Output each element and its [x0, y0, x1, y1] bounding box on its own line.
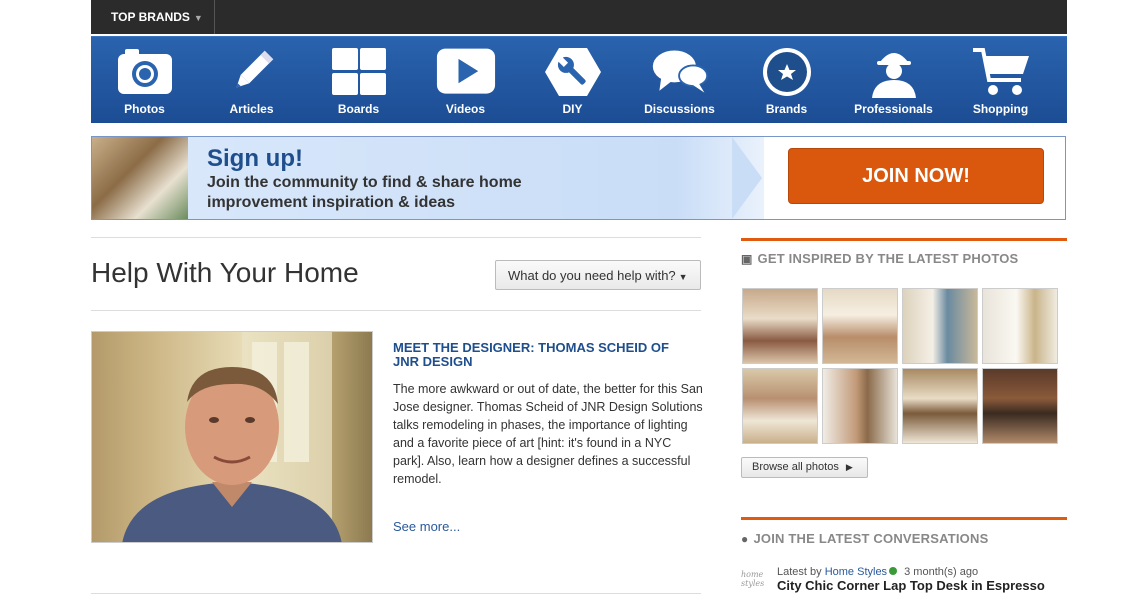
page-title: Help With Your Home — [91, 257, 359, 288]
photo-thumbnail[interactable] — [742, 368, 818, 444]
top-brands-dropdown[interactable]: TOP BRANDS ▼ — [91, 0, 215, 34]
nav-item-label: Shopping — [972, 102, 1029, 116]
photo-thumbnail[interactable] — [902, 288, 978, 364]
photo-thumbnail[interactable] — [982, 288, 1058, 364]
conversations-heading: ● JOIN THE LATEST CONVERSATIONS — [741, 531, 988, 546]
divider — [91, 310, 701, 311]
nav-item-label: Videos — [445, 102, 486, 116]
nav-item-label: DIY — [562, 102, 583, 116]
join-now-button[interactable]: JOIN NOW! — [788, 148, 1044, 204]
photos-heading: ▣ GET INSPIRED BY THE LATEST PHOTOS — [741, 251, 1018, 266]
conversation-user-link[interactable]: Home Styles — [825, 566, 887, 578]
nav-item-photos[interactable]: Photos — [91, 37, 198, 124]
star-badge-icon — [762, 48, 811, 96]
boards-grid-icon — [331, 48, 386, 95]
hard-hat-worker-icon — [871, 53, 916, 98]
wrench-icon — [544, 48, 601, 96]
nav-item-articles[interactable]: Articles — [198, 37, 305, 124]
signup-title: Sign up! — [207, 145, 303, 172]
nav-item-label: Boards — [337, 102, 380, 116]
designer-portrait — [122, 332, 342, 542]
caret-down-icon: ▼ — [678, 272, 688, 282]
top-brands-label: TOP BRANDS — [111, 10, 190, 24]
camera-icon — [117, 49, 172, 94]
sidebar-rule — [741, 517, 1067, 520]
arrow-right-icon: ▶ — [845, 462, 853, 472]
play-icon — [436, 48, 495, 94]
nav-item-label: Professionals — [854, 102, 933, 116]
divider — [91, 593, 701, 594]
article-image[interactable] — [91, 331, 373, 543]
main-nav: Photos Articles Boards Videos DIY Discus… — [91, 36, 1067, 123]
caret-down-icon: ▼ — [193, 13, 203, 23]
signup-subtitle: Join the community to find & share home … — [207, 174, 522, 211]
photo-thumbnail[interactable] — [822, 288, 898, 364]
photo-thumbnail[interactable] — [982, 368, 1058, 444]
conversation-title-link[interactable]: City Chic Corner Lap Top Desk in Espress… — [777, 578, 1045, 593]
banner-room-image — [92, 137, 188, 219]
speech-bubbles-icon — [652, 50, 708, 93]
home-styles-logo: home styles — [741, 570, 765, 588]
nav-item-shopping[interactable]: Shopping — [947, 37, 1054, 124]
speech-bubbles-icon: ● — [741, 532, 749, 546]
article-title-link[interactable]: MEET THE DESIGNER: THOMAS SCHEID OF JNR … — [393, 341, 698, 369]
latest-by-label: Latest by — [777, 566, 822, 578]
help-topic-dropdown[interactable]: What do you need help with? ▼ — [495, 260, 701, 290]
article-body: The more awkward or out of date, the bet… — [393, 382, 703, 486]
pencil-icon — [235, 50, 273, 88]
see-more-link[interactable]: See more... — [393, 519, 460, 534]
browse-all-photos-label: Browse all photos — [752, 461, 839, 473]
nav-item-label: Discussions — [644, 102, 715, 116]
nav-item-label: Brands — [765, 102, 808, 116]
nav-item-discussions[interactable]: Discussions — [626, 37, 733, 124]
banner-arrow — [732, 137, 762, 219]
signup-banner: Sign up! Join the community to find & sh… — [91, 136, 1066, 220]
sidebar-rule — [741, 238, 1067, 241]
nav-item-label: Photos — [124, 102, 165, 116]
divider — [91, 237, 701, 238]
nav-item-brands[interactable]: Brands — [733, 37, 840, 124]
conversations-heading-text: JOIN THE LATEST CONVERSATIONS — [753, 531, 989, 546]
photo-thumbnail[interactable] — [742, 288, 818, 364]
photo-thumbnail[interactable] — [902, 368, 978, 444]
shopping-cart-icon — [972, 48, 1029, 95]
nav-item-professionals[interactable]: Professionals — [840, 37, 947, 124]
conversation-meta: Latest by Home Styles 3 month(s) ago — [777, 566, 978, 578]
camera-icon: ▣ — [741, 252, 753, 266]
browse-all-photos-button[interactable]: Browse all photos ▶ — [741, 457, 868, 478]
conversation-time: 3 month(s) ago — [904, 566, 979, 578]
nav-item-videos[interactable]: Videos — [412, 37, 519, 124]
nav-item-diy[interactable]: DIY — [519, 37, 626, 124]
top-bar: TOP BRANDS ▼ — [91, 0, 1067, 34]
nav-item-boards[interactable]: Boards — [305, 37, 412, 124]
nav-item-label: Articles — [229, 102, 274, 116]
online-status-icon — [889, 567, 898, 575]
photo-thumbnail[interactable] — [822, 368, 898, 444]
photos-heading-text: GET INSPIRED BY THE LATEST PHOTOS — [757, 251, 1019, 266]
help-dropdown-label: What do you need help with? — [508, 268, 676, 283]
